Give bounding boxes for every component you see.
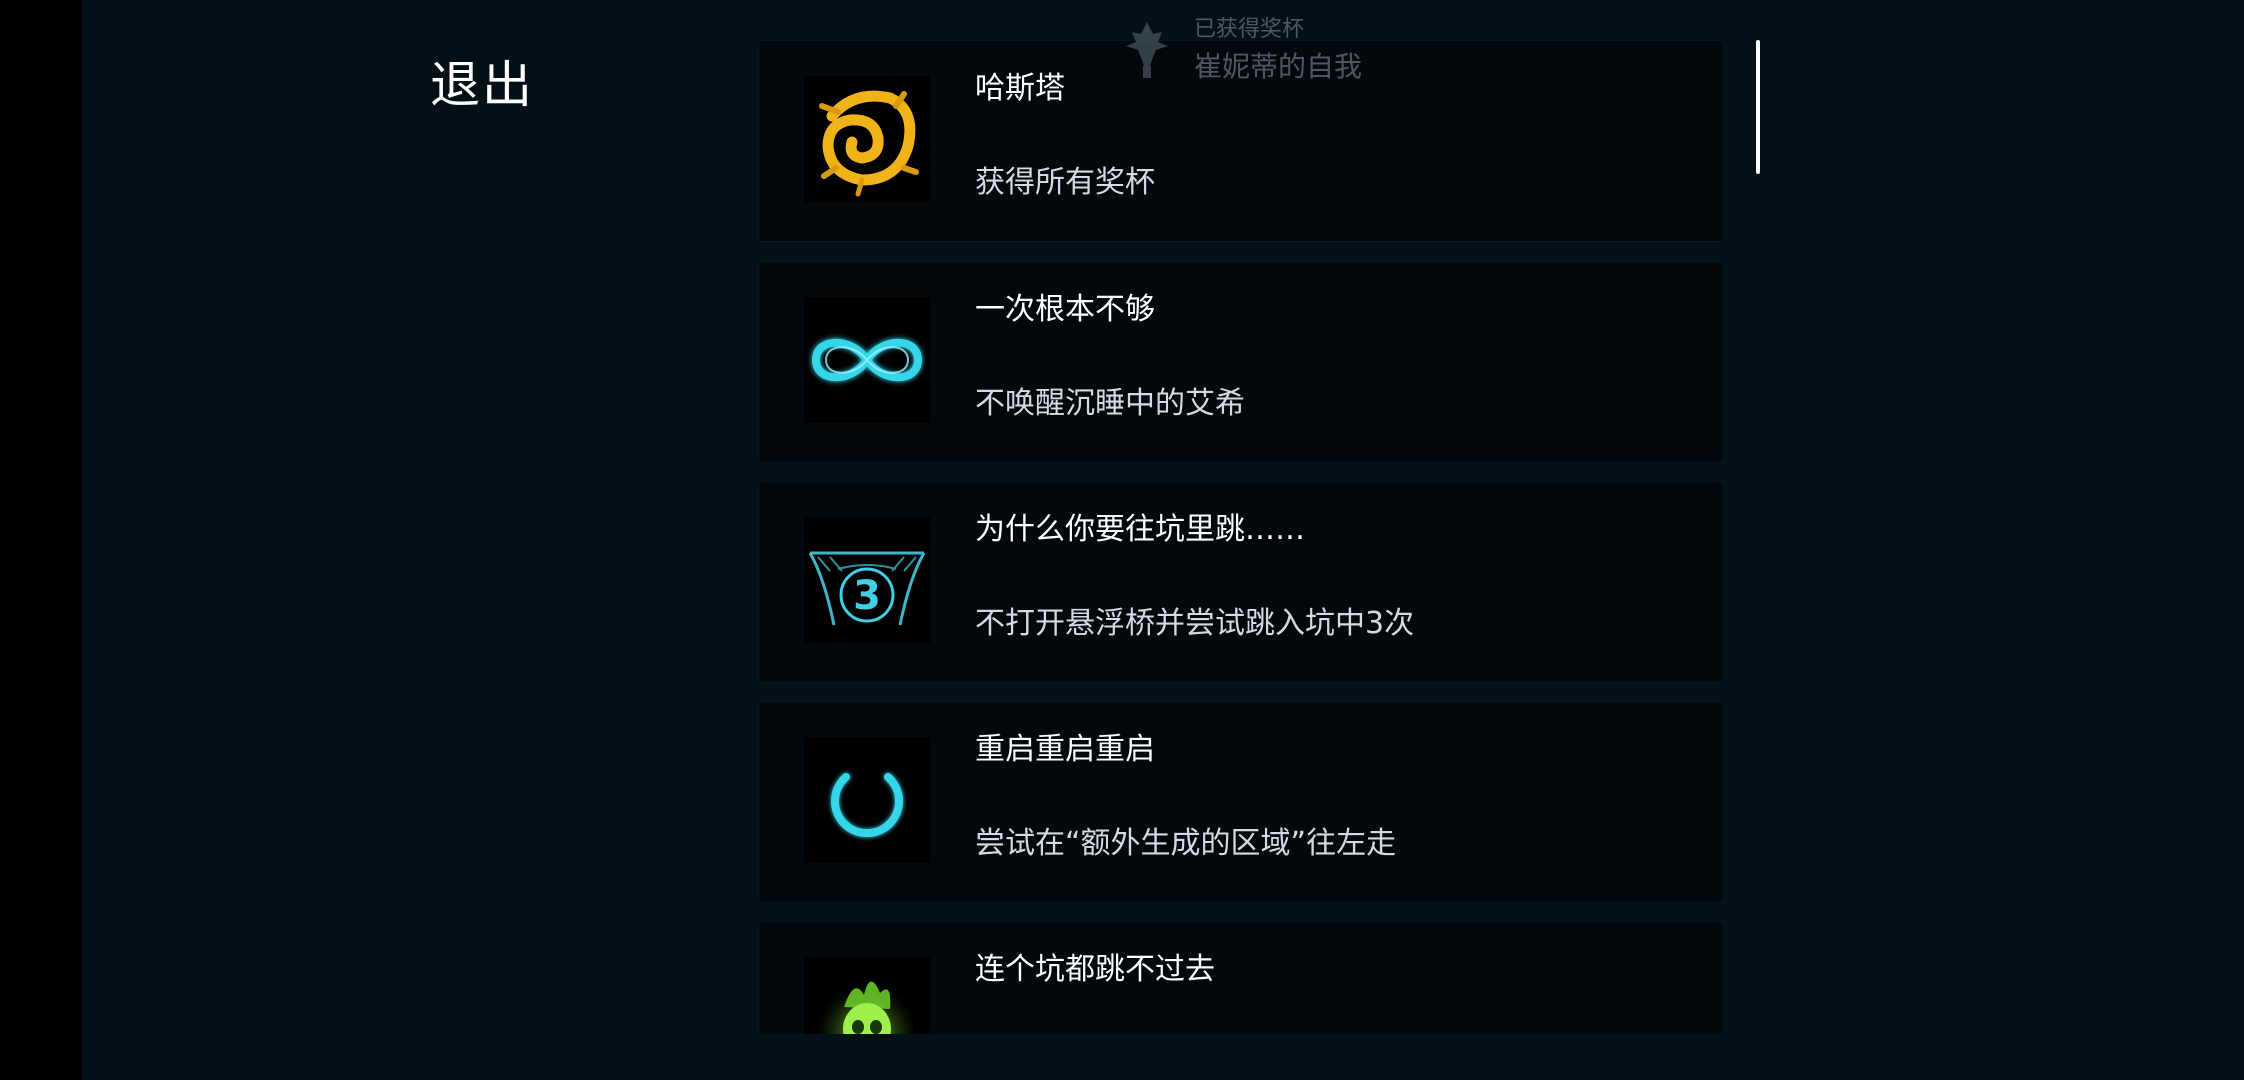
green-flaming-skull-icon [804, 957, 930, 1034]
achievement-title: 一次根本不够 [975, 292, 1155, 327]
achievement-card[interactable]: 重启重启重启 尝试在“额外生成的区域”往左走 [758, 701, 1724, 903]
achievement-description: 不打开悬浮桥并尝试跳入坑中3次 [975, 606, 1415, 641]
toast-caption: 已获得奖杯 [1194, 17, 1305, 42]
bridge-pit-three-icon: 3 [804, 517, 930, 643]
trophy-menu: 退出 哈斯塔 获得所有奖杯 一次根本不够 不唤醒沉睡中的艾希 3 为什么你要往坑… [82, 0, 2244, 1080]
display-cutout-bar [0, 0, 82, 1080]
pit-count-digit: 3 [853, 573, 881, 619]
game-screen: 退出 哈斯塔 获得所有奖杯 一次根本不够 不唤醒沉睡中的艾希 3 为什么你要往坑… [0, 0, 2244, 1080]
list-scrollbar[interactable] [1756, 40, 1760, 174]
achievement-description: 尝试在“额外生成的区域”往左走 [975, 826, 1397, 861]
achievement-title: 重启重启重启 [975, 732, 1155, 767]
glowing-infinity-icon [804, 297, 930, 423]
toast-trophy-name: 崔妮蒂的自我 [1194, 50, 1363, 83]
achievement-card[interactable]: 3 为什么你要往坑里跳…… 不打开悬浮桥并尝试跳入坑中3次 [758, 481, 1724, 683]
achievement-description: 获得所有奖杯 [975, 165, 1155, 200]
achievement-title: 哈斯塔 [975, 71, 1065, 106]
achievement-list[interactable]: 哈斯塔 获得所有奖杯 一次根本不够 不唤醒沉睡中的艾希 3 为什么你要往坑里跳…… [678, 0, 1744, 1034]
achievement-description: 不唤醒沉睡中的艾希 [975, 386, 1245, 421]
achievement-card[interactable]: 一次根本不够 不唤醒沉睡中的艾希 [758, 261, 1724, 463]
achievement-title: 为什么你要往坑里跳…… [975, 512, 1305, 547]
exit-button[interactable]: 退出 [430, 50, 534, 120]
power-button-icon [804, 737, 930, 863]
trophy-statue-icon [1126, 22, 1168, 78]
achievement-card[interactable]: 连个坑都跳不过去 [758, 921, 1724, 1034]
achievement-title: 连个坑都跳不过去 [975, 952, 1215, 987]
golden-spiral-emblem-icon [804, 76, 930, 202]
